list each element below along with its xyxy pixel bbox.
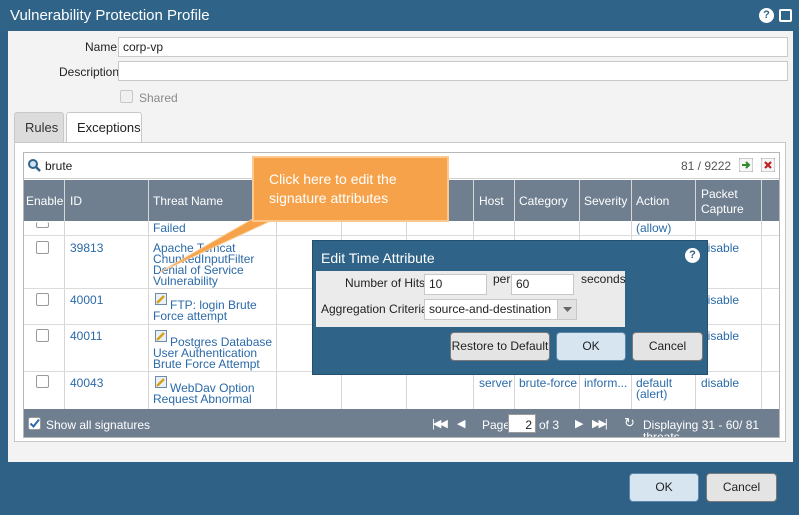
- last-page-icon[interactable]: ▶▶|: [592, 418, 608, 430]
- popup-ok-button[interactable]: OK: [556, 332, 626, 361]
- col-divider: [64, 180, 65, 409]
- col-host[interactable]: Host: [479, 194, 504, 208]
- hits-label: Number of Hits: [345, 276, 426, 290]
- help-icon[interactable]: ?: [759, 8, 774, 23]
- row-enable-checkbox[interactable]: [36, 375, 49, 388]
- threat-id-link[interactable]: 40011: [70, 330, 102, 342]
- shared-checkbox[interactable]: [120, 90, 133, 103]
- name-label: Name: [85, 40, 118, 54]
- page-total: of 3: [539, 418, 560, 432]
- page-number-input[interactable]: 2: [508, 414, 536, 433]
- search-icon: [28, 159, 41, 172]
- chevron-down-icon: [563, 307, 572, 312]
- callout-line: Click here to edit the: [269, 171, 397, 187]
- col-divider: [148, 180, 149, 409]
- action-cell[interactable]: (allow): [636, 222, 671, 234]
- edit-icon[interactable]: [155, 330, 167, 342]
- action-cell[interactable]: (alert): [636, 388, 667, 400]
- callout-tooltip: Click here to edit the signature attribu…: [252, 156, 449, 222]
- col-severity[interactable]: Severity: [584, 194, 627, 208]
- threat-name-link[interactable]: Request Abnormal: [153, 393, 252, 405]
- tab-exceptions[interactable]: Exceptions: [66, 112, 142, 143]
- maximize-icon[interactable]: [779, 9, 792, 22]
- severity-cell[interactable]: inform...: [584, 377, 627, 389]
- description-input[interactable]: [118, 61, 788, 81]
- search-result-count: 81 / 9222: [681, 159, 732, 173]
- page-label: Page: [482, 418, 511, 432]
- seconds-label: seconds: [581, 272, 626, 286]
- threat-id-link[interactable]: 40043: [70, 377, 103, 389]
- edit-time-attribute-dialog: Edit Time Attribute ? Number of Hits 10 …: [312, 240, 708, 375]
- popup-form-area: Number of Hits 10 per 60 seconds Aggrega…: [316, 271, 626, 327]
- show-all-label: Show all signatures: [46, 418, 151, 432]
- packet-capture-cell[interactable]: disable: [701, 377, 739, 389]
- row-enable-checkbox[interactable]: [36, 222, 49, 228]
- cancel-button[interactable]: Cancel: [706, 473, 777, 502]
- refresh-icon[interactable]: ↻: [624, 416, 635, 429]
- help-icon[interactable]: ?: [685, 248, 700, 263]
- shared-label: Shared: [139, 91, 178, 105]
- aggregation-label: Aggregation Criteria: [321, 302, 428, 316]
- threat-id-link[interactable]: 40001: [70, 294, 103, 306]
- row-enable-checkbox[interactable]: [36, 329, 49, 342]
- threat-name-link[interactable]: Force attempt: [153, 310, 227, 322]
- displaying-count: Displaying 31 - 60/ 81 threats: [643, 418, 760, 438]
- col-id[interactable]: ID: [70, 194, 82, 208]
- next-page-icon[interactable]: ▶: [575, 418, 583, 430]
- row-divider: [24, 235, 779, 236]
- col-enable[interactable]: Enable: [26, 194, 63, 208]
- description-label: Description: [59, 65, 120, 79]
- restore-default-button[interactable]: Restore to Default: [450, 332, 550, 361]
- hits-input[interactable]: 10: [424, 274, 487, 295]
- col-action[interactable]: Action: [636, 194, 669, 208]
- col-category[interactable]: Category: [519, 194, 568, 208]
- threat-name-link[interactable]: Brute Force Attempt: [153, 358, 260, 370]
- aggregation-select[interactable]: source-and-destination: [424, 299, 577, 320]
- tab-rules[interactable]: Rules: [14, 112, 64, 142]
- row-enable-checkbox[interactable]: [36, 293, 49, 306]
- col-divider: [761, 180, 762, 409]
- prev-page-icon[interactable]: ◀: [457, 418, 465, 430]
- col-packet-capture[interactable]: Packet: [701, 187, 738, 201]
- row-enable-checkbox[interactable]: [36, 241, 49, 254]
- show-all-checkbox[interactable]: [28, 417, 41, 430]
- dropdown-button[interactable]: [557, 300, 576, 319]
- grid-pagination-bar: Show all signatures |◀◀ ◀ Page 2 of 3 ▶ …: [24, 409, 779, 438]
- col-threat-name[interactable]: Threat Name: [153, 194, 223, 208]
- per-label: per: [493, 272, 511, 286]
- search-input[interactable]: brute: [45, 160, 72, 172]
- name-input[interactable]: corp-vp: [118, 37, 788, 57]
- col-packet-capture-2: Capture: [701, 202, 744, 216]
- threat-id-link[interactable]: 39813: [70, 242, 103, 254]
- first-page-icon[interactable]: |◀◀: [432, 418, 448, 430]
- per-input[interactable]: 60: [511, 274, 574, 295]
- dialog-footer: OK Cancel: [0, 462, 799, 515]
- clear-filter-icon[interactable]: [761, 158, 775, 172]
- popup-cancel-button[interactable]: Cancel: [632, 332, 703, 361]
- edit-icon[interactable]: [155, 376, 167, 388]
- apply-filter-icon[interactable]: [739, 158, 753, 172]
- category-cell[interactable]: brute-force: [519, 377, 577, 389]
- host-cell[interactable]: server: [479, 377, 512, 389]
- window-titlebar: Vulnerability Protection Profile ?: [0, 0, 799, 31]
- window-title: Vulnerability Protection Profile: [10, 7, 210, 24]
- callout-line: signature attributes: [269, 190, 389, 206]
- edit-icon[interactable]: [155, 293, 167, 305]
- ok-button[interactable]: OK: [629, 473, 699, 502]
- popup-title: Edit Time Attribute: [321, 250, 435, 266]
